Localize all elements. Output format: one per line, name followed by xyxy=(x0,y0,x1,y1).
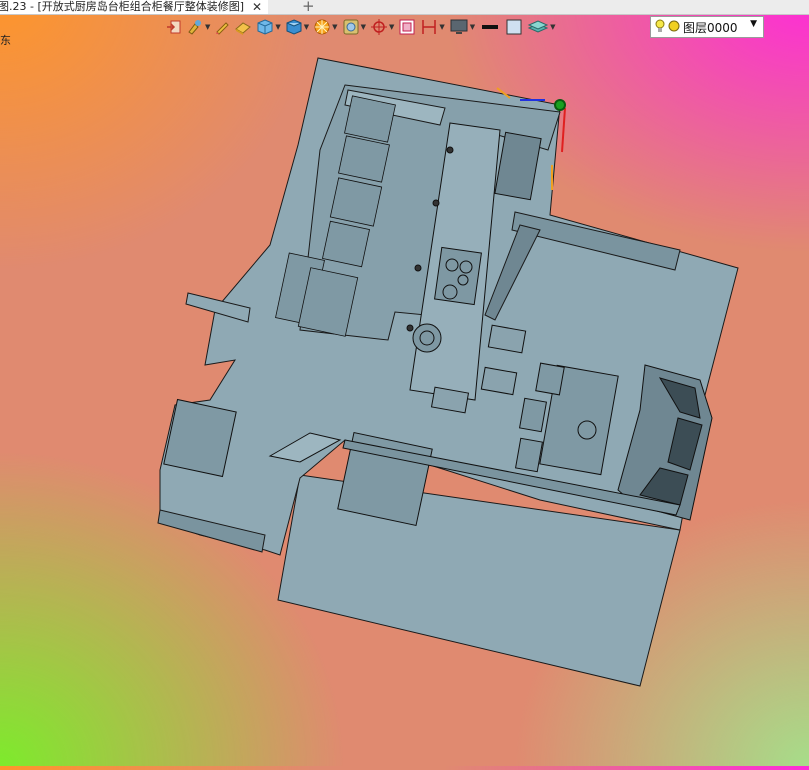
axis-red xyxy=(561,107,566,153)
sink xyxy=(412,323,442,353)
cooktop xyxy=(434,246,482,306)
chair xyxy=(514,437,544,473)
bulb-icon[interactable] xyxy=(655,19,665,36)
layer-dropdown[interactable]: 图层0000 ▼ xyxy=(650,16,764,38)
snap-icon[interactable]: ▼ xyxy=(370,16,394,38)
3d-viewport[interactable] xyxy=(0,40,809,766)
close-icon[interactable]: ✕ xyxy=(252,0,262,14)
layer-name: 图层0000 xyxy=(683,20,738,35)
eraser-icon[interactable] xyxy=(234,16,252,38)
model-drawing xyxy=(157,57,739,687)
chevron-down-icon[interactable]: ▼ xyxy=(750,19,757,29)
axis-origin xyxy=(554,99,566,111)
chair xyxy=(518,397,548,433)
exit-icon[interactable] xyxy=(166,16,182,38)
cube-icon[interactable]: ▼ xyxy=(256,16,281,38)
tab-title: 图.23 - [开放式厨房岛台柜组合柜餐厅整体装修图] xyxy=(0,0,245,13)
chair xyxy=(535,362,565,396)
cabinet xyxy=(329,177,383,227)
document-tab[interactable]: 图.23 - [开放式厨房岛台柜组合柜餐厅整体装修图] ✕ xyxy=(0,0,269,14)
dimension-icon[interactable]: ▼ xyxy=(420,16,445,38)
line-weight-icon[interactable] xyxy=(479,16,501,38)
new-tab-button[interactable]: + xyxy=(302,0,315,15)
layer-dot-icon[interactable] xyxy=(668,20,680,35)
color-swatch-icon[interactable] xyxy=(505,16,523,38)
window-frame xyxy=(163,398,237,478)
pencil-icon[interactable] xyxy=(214,16,230,38)
rect-icon[interactable] xyxy=(398,16,416,38)
brush-icon[interactable]: ▼ xyxy=(186,16,210,38)
monitor-icon[interactable]: ▼ xyxy=(449,16,475,38)
render-icon[interactable]: ▼ xyxy=(313,16,338,38)
cabinet xyxy=(322,220,370,268)
texture-icon[interactable]: ▼ xyxy=(342,16,366,38)
layer-stack-icon[interactable]: ▼ xyxy=(527,16,556,38)
solid-cube-icon[interactable]: ▼ xyxy=(285,16,309,38)
tab-bar: 图.23 - [开放式厨房岛台柜组合柜餐厅整体装修图] ✕ + xyxy=(0,0,809,15)
